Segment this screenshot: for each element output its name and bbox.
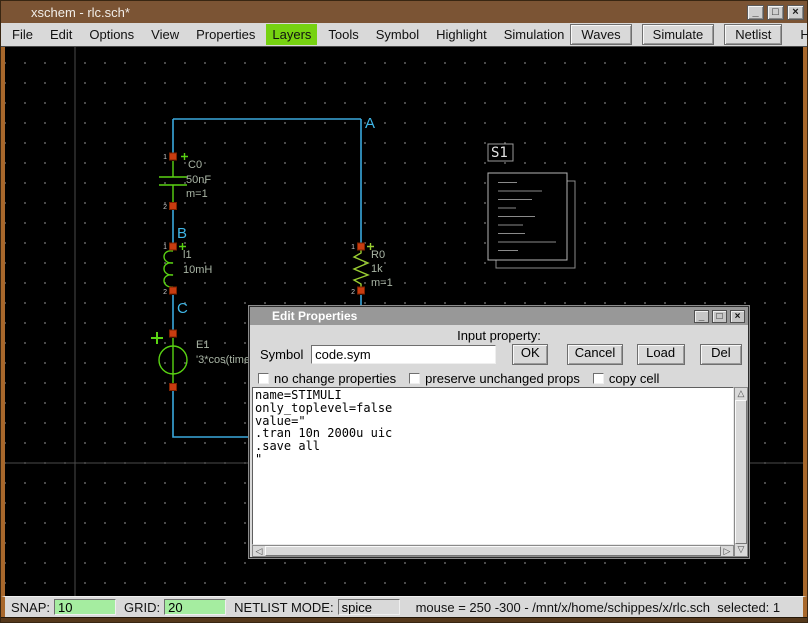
- svg-text:2: 2: [163, 289, 167, 296]
- dialog-titlebar[interactable]: Edit Properties _ □ ×: [250, 307, 748, 325]
- scroll-right-icon[interactable]: ▷: [721, 546, 733, 556]
- minimize-icon[interactable]: _: [747, 5, 764, 20]
- symbol-label: Symbol: [260, 347, 311, 362]
- pin-box: [170, 287, 177, 294]
- menu-edit[interactable]: Edit: [44, 24, 78, 45]
- window-title: xschem - rlc.sch*: [31, 5, 130, 20]
- dialog-title: Edit Properties: [272, 309, 357, 323]
- cap-mult: m=1: [186, 188, 208, 200]
- statusbar: SNAP: GRID: NETLIST MODE: mouse = 250 -3…: [1, 596, 807, 617]
- dialog-close-icon[interactable]: ×: [730, 310, 745, 323]
- res-ref: R0: [371, 249, 385, 261]
- maximize-icon[interactable]: □: [767, 5, 784, 20]
- schematic-canvas[interactable]: 1 2 C0 50nF m=1 1 2 l1 10mH: [1, 47, 807, 596]
- res-mult: m=1: [371, 277, 393, 289]
- inductor-l1[interactable]: 1 2 l1 10mH: [163, 243, 212, 296]
- no-change-properties-label: no change properties: [274, 371, 396, 386]
- ok-button[interactable]: OK: [512, 344, 548, 365]
- svg-text:1: 1: [351, 244, 355, 251]
- svg-text:1: 1: [163, 244, 167, 251]
- source-e1[interactable]: E1 '3*cos(time*ti: [151, 330, 260, 391]
- horizontal-scrollbar-thumb[interactable]: [265, 546, 721, 556]
- snap-input[interactable]: [54, 599, 116, 615]
- netlist-mode-label: NETLIST MODE:: [234, 600, 333, 615]
- net-label-b[interactable]: B: [177, 225, 187, 242]
- dialog-minimize-icon[interactable]: _: [694, 310, 709, 323]
- preserve-unchanged-props-checkbox[interactable]: [409, 373, 420, 384]
- del-button[interactable]: Del: [700, 344, 742, 365]
- menu-symbol[interactable]: Symbol: [370, 24, 425, 45]
- dialog-maximize-icon[interactable]: □: [712, 310, 727, 323]
- menu-highlight[interactable]: Highlight: [430, 24, 493, 45]
- copy-cell-label: copy cell: [609, 371, 660, 386]
- svg-text:2: 2: [163, 204, 167, 211]
- xschem-window: xschem - rlc.sch* _ □ × File Edit Option…: [0, 0, 808, 623]
- horizontal-scrollbar[interactable]: ◁ ▷: [252, 545, 734, 557]
- snap-label: SNAP:: [11, 600, 50, 615]
- cap-value: 50nF: [186, 174, 211, 186]
- close-icon[interactable]: ×: [787, 5, 804, 20]
- pin-box: [358, 243, 365, 250]
- menu-view[interactable]: View: [145, 24, 185, 45]
- checkbox-row: no change properties preserve unchanged …: [258, 371, 672, 386]
- pin-box: [170, 330, 177, 337]
- copy-cell-checkbox[interactable]: [593, 373, 604, 384]
- simulate-button[interactable]: Simulate: [642, 24, 715, 45]
- menu-simulation[interactable]: Simulation: [498, 24, 571, 45]
- menu-properties[interactable]: Properties: [190, 24, 261, 45]
- pin-box: [170, 384, 177, 391]
- property-text-block: name=STIMULI only_toplevel=false value="…: [252, 387, 748, 557]
- menu-help[interactable]: Help: [792, 24, 808, 45]
- mouse-status-text: mouse = 250 -300 - /mnt/x/home/schippes/…: [416, 600, 781, 615]
- netlist-mode-input[interactable]: [338, 599, 400, 615]
- load-button[interactable]: Load: [637, 344, 685, 365]
- svg-text:1: 1: [163, 154, 167, 161]
- cap-ref: C0: [188, 159, 202, 171]
- svg-text:2: 2: [351, 289, 355, 296]
- symbol-row: Symbol OK Cancel Load Del: [260, 343, 742, 365]
- grid-label: GRID:: [124, 600, 160, 615]
- resistor-r0[interactable]: 1 2 R0 1k m=1: [351, 243, 393, 296]
- symbol-input[interactable]: [311, 345, 496, 364]
- property-textarea[interactable]: name=STIMULI only_toplevel=false value="…: [252, 387, 734, 545]
- scroll-down-icon[interactable]: ▽: [735, 544, 747, 556]
- edit-properties-dialog: Edit Properties _ □ × Input property: Sy…: [249, 306, 749, 558]
- menu-file[interactable]: File: [6, 24, 39, 45]
- scroll-up-icon[interactable]: △: [735, 388, 747, 400]
- pin-box: [170, 153, 177, 160]
- net-label-c[interactable]: C: [177, 300, 188, 317]
- code-ref: S1: [491, 145, 508, 161]
- code-block-s1[interactable]: S1: [488, 144, 575, 268]
- ind-value: 10mH: [183, 264, 212, 276]
- menu-layers[interactable]: Layers: [266, 24, 317, 45]
- grid-input[interactable]: [164, 599, 226, 615]
- capacitor-c0[interactable]: 1 2 C0 50nF m=1: [159, 153, 211, 211]
- preserve-unchanged-props-label: preserve unchanged props: [425, 371, 580, 386]
- no-change-properties-checkbox[interactable]: [258, 373, 269, 384]
- window-bottom-frame: [1, 617, 807, 622]
- vertical-scrollbar-thumb[interactable]: [735, 400, 747, 544]
- menu-tools[interactable]: Tools: [322, 24, 364, 45]
- res-value: 1k: [371, 263, 383, 275]
- waves-button[interactable]: Waves: [570, 24, 631, 45]
- menu-options[interactable]: Options: [83, 24, 140, 45]
- property-text: name=STIMULI only_toplevel=false value="…: [253, 388, 733, 467]
- cancel-button[interactable]: Cancel: [567, 344, 622, 365]
- pin-box: [170, 243, 177, 250]
- menubar: File Edit Options View Properties Layers…: [1, 23, 807, 47]
- ind-ref: l1: [183, 249, 192, 261]
- scroll-left-icon[interactable]: ◁: [253, 546, 265, 556]
- pin-box: [170, 203, 177, 210]
- netlist-button[interactable]: Netlist: [724, 24, 782, 45]
- input-property-label: Input property:: [250, 328, 748, 343]
- titlebar[interactable]: xschem - rlc.sch* _ □ ×: [1, 1, 807, 23]
- dialog-body: Input property: Symbol OK Cancel Load De…: [250, 325, 748, 557]
- vertical-scrollbar[interactable]: △ ▽: [734, 387, 748, 557]
- pin-box: [358, 287, 365, 294]
- net-label-a[interactable]: A: [365, 115, 375, 132]
- src-ref: E1: [196, 339, 209, 351]
